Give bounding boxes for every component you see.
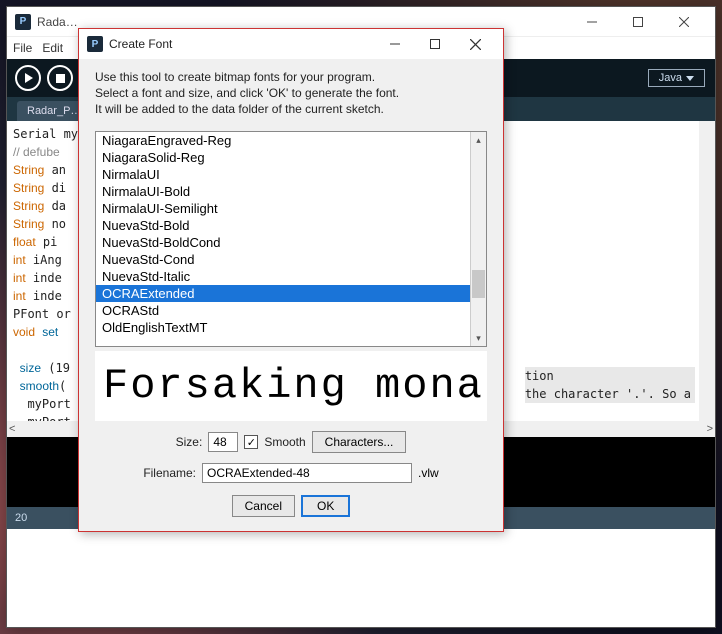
ok-button[interactable]: OK [301,495,350,517]
maximize-icon [430,39,440,49]
filename-label: Filename: [143,466,196,480]
font-list-item[interactable]: NuevaStd-Cond [96,251,470,268]
menu-edit[interactable]: Edit [42,41,63,55]
scroll-down-icon[interactable]: ▾ [471,330,486,346]
font-preview: Forsaking mona [95,351,487,421]
filename-extension: .vlw [418,466,439,480]
font-list-item[interactable]: NiagaraEngraved-Reg [96,132,470,149]
run-button[interactable] [15,65,41,91]
stop-button[interactable] [47,65,73,91]
editor-vertical-scrollbar[interactable] [699,121,715,421]
font-list-item[interactable]: NirmalaUI [96,166,470,183]
font-list-item[interactable]: OCRAStd [96,302,470,319]
cancel-button[interactable]: Cancel [232,495,295,517]
chevron-down-icon [686,76,694,81]
smooth-checkbox[interactable]: ✓ [244,435,258,449]
close-icon [470,39,481,50]
processing-logo-icon: P [15,14,31,30]
dialog-minimize-button[interactable] [375,30,415,58]
size-label: Size: [176,435,203,449]
create-font-dialog: P Create Font Use this tool to create bi… [78,28,504,532]
dialog-title: Create Font [109,37,375,51]
characters-button[interactable]: Characters... [312,431,407,453]
maximize-icon [633,17,643,27]
font-list-item[interactable]: OldEnglishTextMT [96,319,470,336]
dialog-close-button[interactable] [455,30,495,58]
instruction-line: It will be added to the data folder of t… [95,101,487,117]
instruction-line: Use this tool to create bitmap fonts for… [95,69,487,85]
scroll-left-icon[interactable]: < [9,423,15,435]
language-mode-label: Java [659,72,682,84]
main-minimize-button[interactable] [569,8,615,36]
font-list-item[interactable]: NuevaStd-Bold [96,217,470,234]
font-list-item[interactable]: NuevaStd-BoldCond [96,234,470,251]
font-list-item[interactable]: NirmalaUI-Semilight [96,200,470,217]
dialog-maximize-button[interactable] [415,30,455,58]
minimize-icon [587,17,597,27]
stop-icon [56,74,65,83]
code-line-fragment: tion the character '.'. So a [525,367,695,403]
font-list-item[interactable]: NirmalaUI-Bold [96,183,470,200]
font-list-item[interactable]: OCRAExtended [96,285,470,302]
instruction-line: Select a font and size, and click 'OK' t… [95,85,487,101]
scroll-right-icon[interactable]: > [707,423,713,435]
menu-file[interactable]: File [13,41,32,55]
font-list-items[interactable]: NiagaraEngraved-RegNiagaraSolid-RegNirma… [96,132,470,346]
close-icon [679,17,689,27]
font-list-item[interactable]: NiagaraSolid-Reg [96,149,470,166]
dialog-titlebar[interactable]: P Create Font [79,29,503,59]
minimize-icon [390,39,400,49]
main-maximize-button[interactable] [615,8,661,36]
main-close-button[interactable] [661,8,707,36]
language-mode-button[interactable]: Java [648,69,705,87]
scroll-up-icon[interactable]: ▴ [471,132,486,148]
main-window-title: Rada… [37,15,569,29]
play-icon [25,73,33,83]
dialog-logo-icon: P [87,36,103,52]
size-input[interactable] [208,432,238,452]
smooth-label[interactable]: Smooth [264,435,305,449]
font-list: NiagaraEngraved-RegNiagaraSolid-RegNirma… [95,131,487,347]
dialog-instructions: Use this tool to create bitmap fonts for… [95,69,487,117]
status-line-number: 20 [15,512,27,524]
filename-input[interactable] [202,463,412,483]
font-list-item[interactable]: NuevaStd-Italic [96,268,470,285]
scrollbar-thumb[interactable] [472,270,485,298]
font-list-scrollbar[interactable]: ▴ ▾ [470,132,486,346]
